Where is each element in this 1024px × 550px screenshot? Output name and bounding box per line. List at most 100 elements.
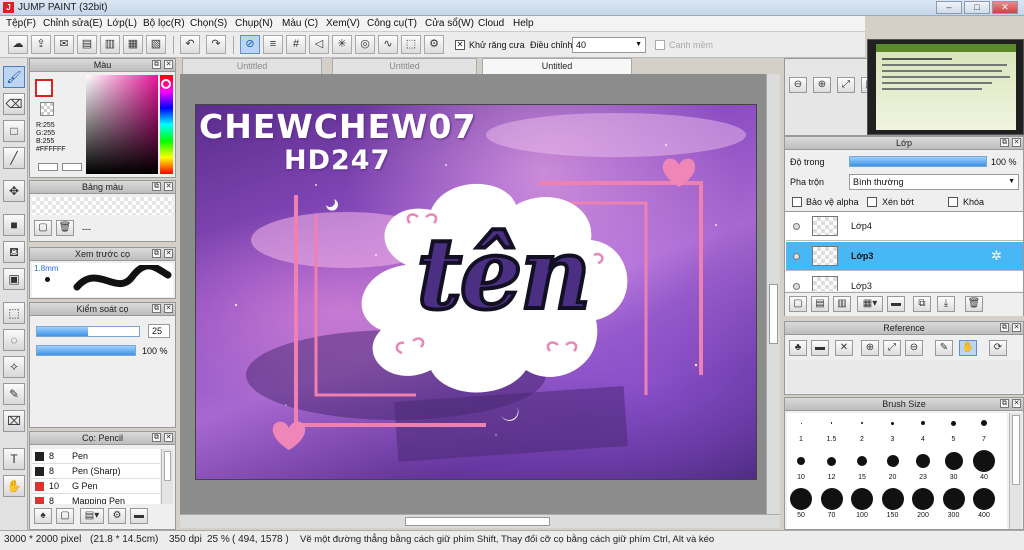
no-ruler-icon[interactable]: ⊘ <box>240 35 260 54</box>
navigator-preview[interactable] <box>867 39 1024 135</box>
undock-icon[interactable]: ⧉ <box>152 249 161 258</box>
move-tool-icon[interactable]: ✥ <box>3 180 25 202</box>
menu-window[interactable]: Cửa sổ(W) <box>425 18 474 29</box>
lock-checkbox[interactable] <box>948 197 958 207</box>
canh-mem-checkbox[interactable] <box>655 40 665 50</box>
undock-icon[interactable]: ⧉ <box>1000 399 1009 408</box>
new-palette-icon[interactable]: ▢ <box>34 220 52 236</box>
eraser-tool-icon[interactable]: ⌫ <box>3 93 25 115</box>
reference-close-icon[interactable]: ✕ <box>835 340 853 356</box>
layer-row[interactable]: Lớp3 <box>786 272 1023 291</box>
hand-tool-icon[interactable]: ✋ <box>3 475 25 497</box>
brush-size-dot[interactable] <box>800 422 802 424</box>
undock-icon[interactable]: ⧉ <box>152 304 161 313</box>
brush-size-dot[interactable] <box>916 454 930 468</box>
brush-list-scrollbar[interactable] <box>161 449 173 504</box>
brush-size-dot[interactable] <box>851 488 873 510</box>
maximize-button[interactable]: □ <box>964 1 990 14</box>
select-pen-tool-icon[interactable]: ✎ <box>3 383 25 405</box>
layer-menu-icon[interactable]: ▦▾ <box>857 296 883 312</box>
gradient-tool-icon[interactable]: ▣ <box>3 268 25 290</box>
blend-mode-select[interactable]: Bình thường ▼ <box>849 174 1019 190</box>
brush-size-dot[interactable] <box>790 488 812 510</box>
new-layer-1bit-icon[interactable]: ▥ <box>833 296 851 312</box>
brush-size-dot[interactable] <box>973 450 995 472</box>
grid-layout-icon[interactable]: ▧ <box>146 35 166 54</box>
brush-menu-icon[interactable]: ▤▾ <box>80 508 104 524</box>
adjust-select[interactable]: 40 ▼ <box>572 37 646 53</box>
tab-untitled-3[interactable]: Untitled <box>482 58 632 75</box>
brush-size-dot[interactable] <box>820 488 843 510</box>
reference-fit-icon[interactable]: ⤢ <box>883 340 901 356</box>
brush-size-scrollbar[interactable] <box>1009 413 1022 529</box>
brush-opacity-slider[interactable] <box>36 345 136 356</box>
reference-hand-icon[interactable]: ✋ <box>959 340 977 356</box>
saturation-value-picker[interactable] <box>86 75 158 174</box>
brush-new-icon[interactable]: ▢ <box>56 508 74 524</box>
visibility-eye-icon[interactable] <box>793 253 800 260</box>
fit-icon[interactable]: ⤢ <box>837 77 855 93</box>
brush-folder-icon[interactable]: ▬ <box>130 508 148 524</box>
undock-icon[interactable]: ⧉ <box>1000 323 1009 332</box>
foreground-color-swatch[interactable] <box>35 79 53 97</box>
minimize-button[interactable]: – <box>936 1 962 14</box>
redo-icon[interactable]: ↷ <box>206 35 226 54</box>
undock-icon[interactable]: ⧉ <box>152 182 161 191</box>
line-tool-icon[interactable]: ╱ <box>3 147 25 169</box>
layer-opacity-slider[interactable] <box>849 156 987 167</box>
cloud-icon[interactable]: ☁ <box>8 35 28 54</box>
close-button[interactable]: ✕ <box>992 1 1018 14</box>
delete-layer-icon[interactable]: 🗑 <box>965 296 983 312</box>
color-mode-button[interactable] <box>62 163 82 171</box>
reference-open-icon[interactable]: ▬ <box>811 340 829 356</box>
brush-size-dot[interactable] <box>951 420 956 426</box>
visibility-eye-icon[interactable] <box>793 283 800 290</box>
select-eraser-tool-icon[interactable]: ⌧ <box>3 410 25 432</box>
brush-size-dot[interactable] <box>886 455 899 467</box>
shape-ruler-icon[interactable]: ⬚ <box>401 35 421 54</box>
brush-size-dot[interactable] <box>944 452 963 470</box>
close-panel-icon[interactable]: ✕ <box>1012 323 1021 332</box>
brush-size-dot[interactable] <box>942 488 965 510</box>
close-panel-icon[interactable]: ✕ <box>1012 138 1021 147</box>
settings-gear-icon[interactable]: ⚙ <box>424 35 444 54</box>
brush-size-input[interactable]: 25 <box>148 324 170 338</box>
fill-rect-tool-icon[interactable]: ■ <box>3 214 25 236</box>
brush-size-dot[interactable] <box>827 456 836 466</box>
bucket-tool-icon[interactable]: ⛾ <box>3 241 25 263</box>
menu-help[interactable]: Help <box>513 18 534 29</box>
menu-color[interactable]: Màu (C) <box>282 18 318 29</box>
curve-ruler-icon[interactable]: ∿ <box>378 35 398 54</box>
magic-wand-tool-icon[interactable]: ✧ <box>3 356 25 378</box>
palette-swatches[interactable] <box>32 197 173 215</box>
reference-eyedropper-icon[interactable]: ✎ <box>935 340 953 356</box>
concentric-icon[interactable]: ◎ <box>355 35 375 54</box>
grid-icon[interactable]: # <box>286 35 306 54</box>
layer-folder-icon[interactable]: ▬ <box>887 296 905 312</box>
reference-zoom-out-icon[interactable]: ⊖ <box>905 340 923 356</box>
close-panel-icon[interactable]: ✕ <box>164 182 173 191</box>
reference-add-icon[interactable]: ♣ <box>789 340 807 356</box>
close-panel-icon[interactable]: ✕ <box>164 60 173 69</box>
antialias-checkbox[interactable]: ✕ <box>455 40 465 50</box>
brush-size-slider[interactable] <box>36 326 140 337</box>
merge-layer-icon[interactable]: ⤓ <box>937 296 955 312</box>
lasso-tool-icon[interactable]: ◌ <box>3 329 25 351</box>
brush-size-dot[interactable] <box>921 421 925 425</box>
menu-view[interactable]: Xem(V) <box>326 18 360 29</box>
menu-capture[interactable]: Chụp(N) <box>235 18 273 29</box>
undock-icon[interactable]: ⧉ <box>152 60 161 69</box>
brush-settings-icon[interactable]: ⚙ <box>108 508 126 524</box>
duplicate-layer-icon[interactable]: ⧉ <box>913 296 931 312</box>
rect-select-tool-icon[interactable]: □ <box>3 120 25 142</box>
hue-slider[interactable] <box>160 75 173 174</box>
brush-size-dot[interactable] <box>881 488 904 510</box>
brush-size-dot[interactable] <box>912 488 934 510</box>
marquee-tool-icon[interactable]: ⬚ <box>3 302 25 324</box>
menu-layer[interactable]: Lớp(L) <box>107 18 137 29</box>
undock-icon[interactable]: ⧉ <box>1000 138 1009 147</box>
menu-file[interactable]: Tệp(F) <box>6 18 36 29</box>
artwork-canvas[interactable]: CHEWCHEW07 HD247 tên <box>195 104 757 480</box>
perspective-icon[interactable]: ◁ <box>309 35 329 54</box>
reference-zoom-in-icon[interactable]: ⊕ <box>861 340 879 356</box>
